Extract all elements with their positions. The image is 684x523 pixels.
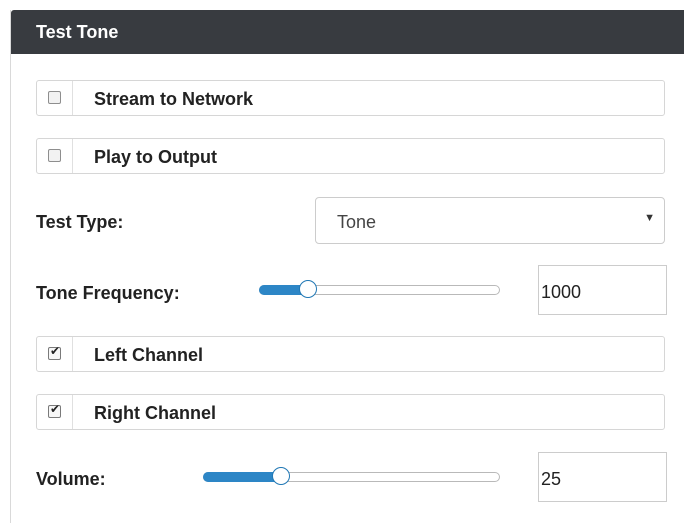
play-to-output-label: Play to Output	[94, 147, 217, 167]
test-type-select[interactable]: Tone ▼	[315, 197, 665, 244]
tone-frequency-input[interactable]: 1000	[538, 265, 667, 315]
test-tone-panel: Test Tone Stream to Network Play to Outp…	[10, 10, 684, 523]
volume-slider[interactable]	[203, 467, 500, 485]
panel-title: Test Tone	[36, 22, 119, 42]
play-to-output-checkbox[interactable]	[48, 149, 61, 162]
volume-value: 25	[541, 469, 562, 489]
right-channel-checkbox[interactable]: ✔	[48, 402, 61, 418]
left-channel-checkbox[interactable]: ✔	[48, 344, 61, 360]
tone-frequency-slider-thumb[interactable]	[299, 280, 317, 298]
stream-to-network-checkbox[interactable]	[48, 91, 61, 104]
volume-slider-thumb[interactable]	[272, 467, 290, 485]
checkbox-addon: ✔	[37, 337, 73, 371]
volume-label: Volume:	[36, 469, 106, 489]
volume-input[interactable]: 25	[538, 452, 667, 502]
play-to-output-row[interactable]: Play to Output	[36, 138, 665, 174]
panel-header: Test Tone	[11, 10, 684, 54]
caret-down-icon: ▼	[644, 212, 655, 224]
right-channel-row[interactable]: ✔ Right Channel	[36, 394, 665, 430]
right-channel-label: Right Channel	[94, 403, 216, 423]
tone-frequency-value: 1000	[541, 282, 582, 302]
tone-frequency-label: Tone Frequency:	[36, 283, 180, 303]
stream-to-network-label: Stream to Network	[94, 89, 254, 109]
check-icon: ✔	[50, 402, 61, 416]
checkbox-addon	[37, 139, 73, 173]
left-channel-row[interactable]: ✔ Left Channel	[36, 336, 665, 372]
tone-frequency-slider[interactable]	[259, 280, 500, 298]
stream-to-network-row[interactable]: Stream to Network	[36, 80, 665, 116]
test-type-label: Test Type:	[36, 212, 124, 232]
volume-slider-fill	[203, 472, 281, 482]
checkbox-addon	[37, 81, 73, 115]
test-type-selected-value: Tone	[337, 212, 377, 232]
check-icon: ✔	[50, 344, 61, 358]
left-channel-label: Left Channel	[94, 345, 204, 365]
checkbox-addon: ✔	[37, 395, 73, 429]
